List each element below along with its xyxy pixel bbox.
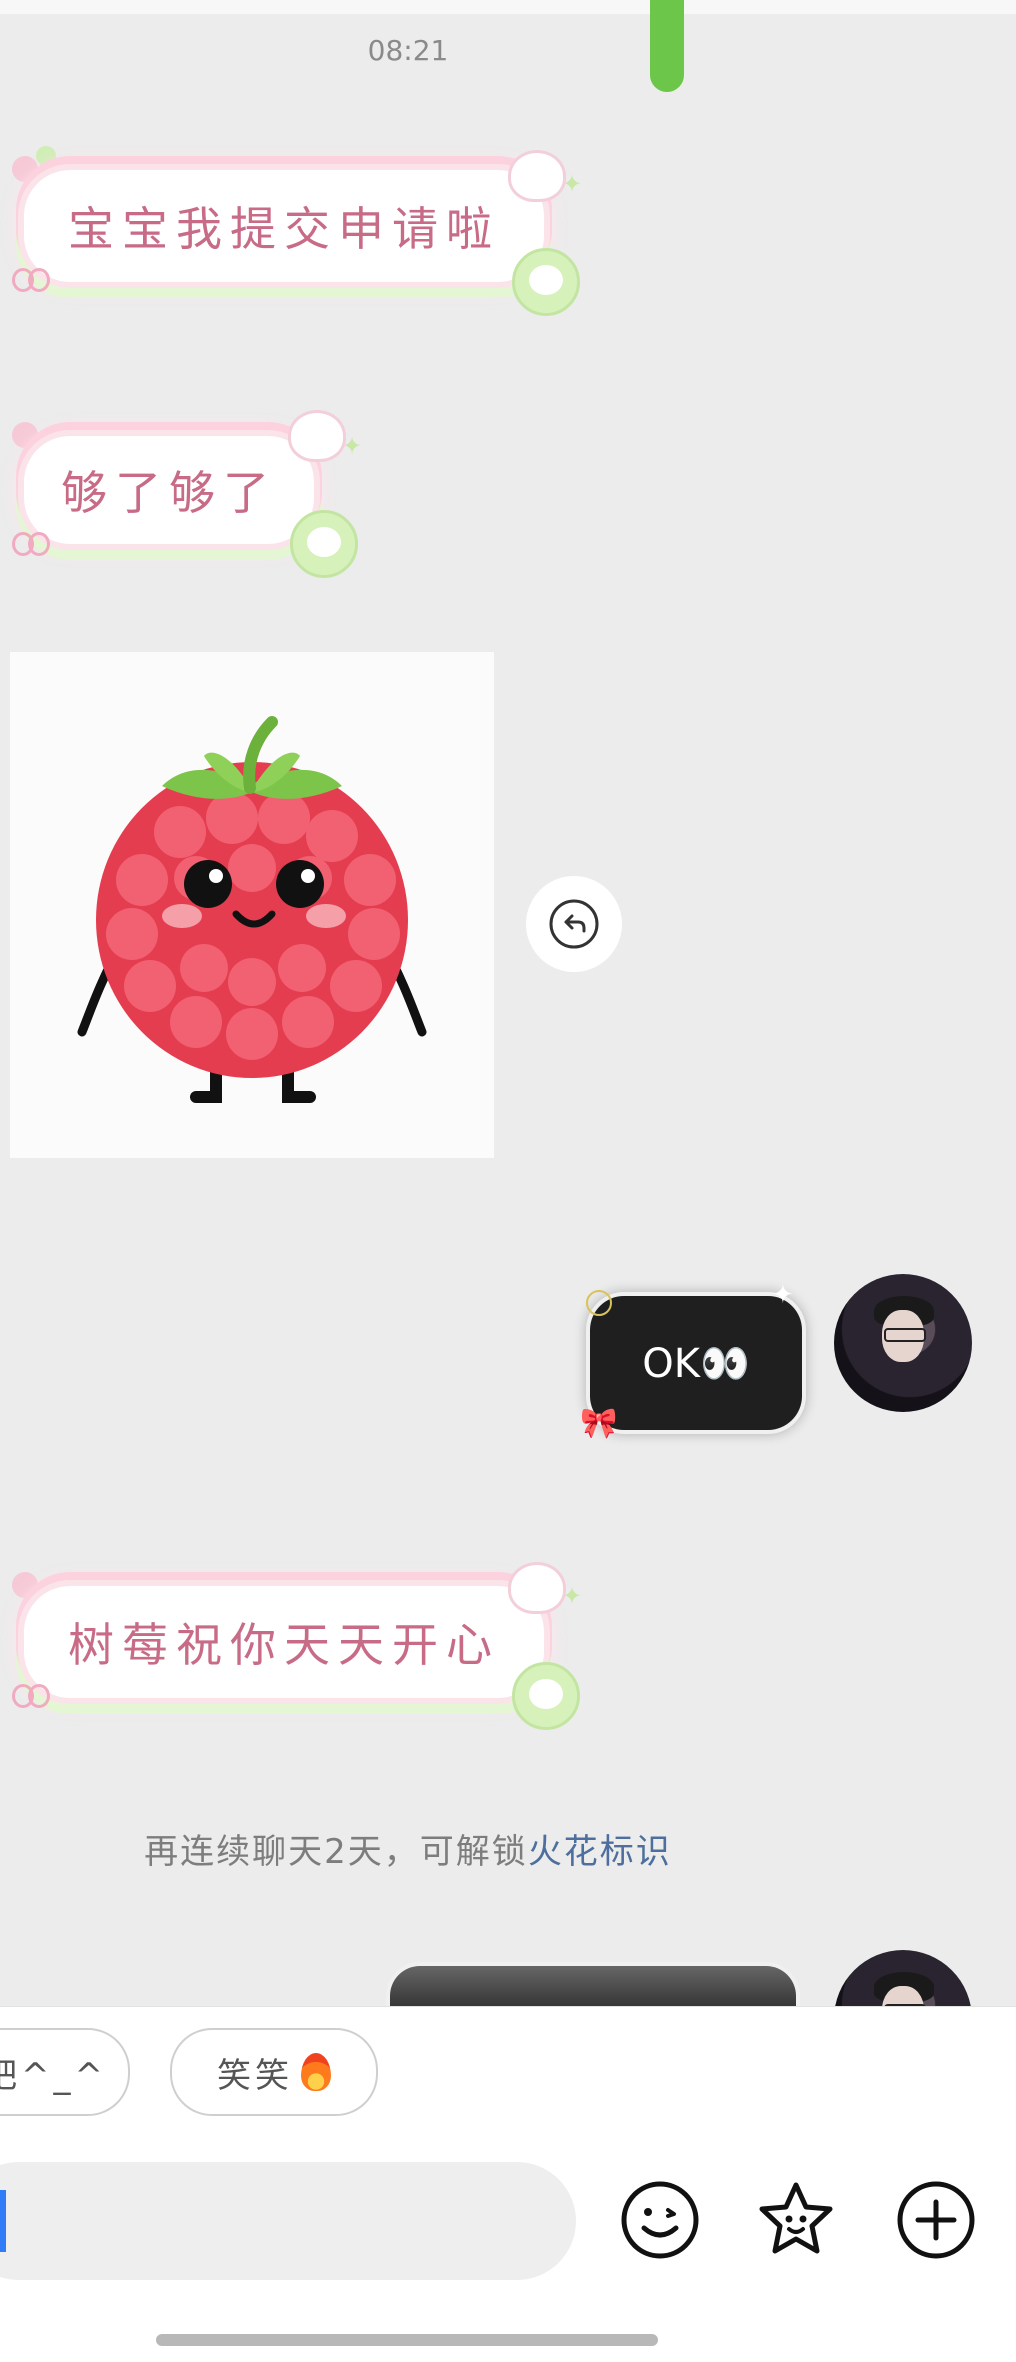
home-indicator[interactable] bbox=[156, 2334, 658, 2346]
chat-area: 08:21 宝宝我提交申请啦 ✦ 够了够了 ✦ OK👀 🎀 ✦ 树莓祝你天天开心… bbox=[0, 0, 1016, 2006]
spark-badge-link[interactable]: 火花标识 bbox=[528, 1832, 672, 1872]
bow-decoration bbox=[12, 268, 50, 292]
pink-flower-decoration bbox=[12, 422, 38, 448]
received-message-bubble[interactable]: 树莓祝你天天开心 bbox=[24, 1586, 544, 1698]
avatar[interactable] bbox=[834, 1950, 972, 2006]
text-cursor bbox=[0, 2190, 6, 2252]
chip-label: 笑笑 bbox=[217, 2055, 293, 2096]
message-input[interactable] bbox=[0, 2162, 576, 2280]
bow-decoration bbox=[12, 1684, 50, 1708]
emoji-icon bbox=[621, 2181, 699, 2259]
emoji-button[interactable] bbox=[618, 2178, 702, 2262]
reply-icon bbox=[549, 899, 599, 949]
sparkle-decoration: ✦ bbox=[342, 432, 363, 460]
green-indicator bbox=[650, 0, 684, 92]
add-icon bbox=[897, 2181, 975, 2259]
sent-message-bubble[interactable]: OK👀 bbox=[590, 1296, 802, 1430]
bow-decoration: 🎀 bbox=[580, 1406, 618, 1441]
message-text: 宝宝我提交申请啦 bbox=[68, 202, 500, 256]
bow-decoration bbox=[12, 532, 50, 556]
pink-flower-decoration bbox=[12, 156, 38, 182]
message-text: 够了够了 bbox=[61, 466, 277, 520]
sticker-star-icon bbox=[759, 2182, 833, 2254]
sticker-button[interactable] bbox=[754, 2178, 838, 2262]
bunny-decoration bbox=[508, 1562, 566, 1614]
flame-icon bbox=[301, 2053, 331, 2091]
streak-notice: 再连续聊天2天，可解锁火花标识 bbox=[0, 1824, 816, 1873]
received-message-bubble[interactable]: 够了够了 bbox=[24, 436, 314, 544]
sparkle-decoration: ✦ bbox=[562, 1582, 583, 1610]
quick-reply-bar bbox=[0, 2006, 1016, 2157]
quick-reply-chip[interactable]: 笑笑 bbox=[170, 2028, 378, 2116]
reply-button[interactable] bbox=[526, 876, 622, 972]
sparkle-decoration: ✦ bbox=[562, 170, 583, 198]
pink-flower-decoration bbox=[12, 1572, 38, 1598]
green-flower-decoration bbox=[36, 146, 56, 166]
bunny-decoration bbox=[508, 150, 566, 202]
clover-decoration bbox=[290, 510, 358, 578]
bunny-decoration bbox=[288, 410, 346, 462]
clover-decoration bbox=[512, 1662, 580, 1730]
avatar[interactable] bbox=[834, 1274, 972, 1412]
raspberry-image-message[interactable] bbox=[10, 652, 494, 1158]
clover-decoration bbox=[512, 248, 580, 316]
message-text: OK👀 bbox=[642, 1340, 750, 1387]
raspberry-character-image bbox=[10, 652, 494, 1158]
quick-reply-chip[interactable]: 吧^_^ bbox=[0, 2028, 130, 2116]
chip-label: 吧^_^ bbox=[0, 2055, 107, 2096]
top-strip bbox=[0, 0, 1016, 14]
streak-notice-text: 再连续聊天2天，可解锁 bbox=[144, 1832, 528, 1872]
message-timestamp: 08:21 bbox=[367, 34, 449, 67]
received-message-bubble[interactable]: 宝宝我提交申请啦 bbox=[24, 170, 544, 282]
add-button[interactable] bbox=[894, 2178, 978, 2262]
sent-message-bubble[interactable] bbox=[390, 1966, 796, 2006]
coin-decoration bbox=[586, 1290, 612, 1316]
sparkle-decoration: ✦ bbox=[772, 1280, 794, 1310]
message-text: 树莓祝你天天开心 bbox=[68, 1618, 500, 1672]
